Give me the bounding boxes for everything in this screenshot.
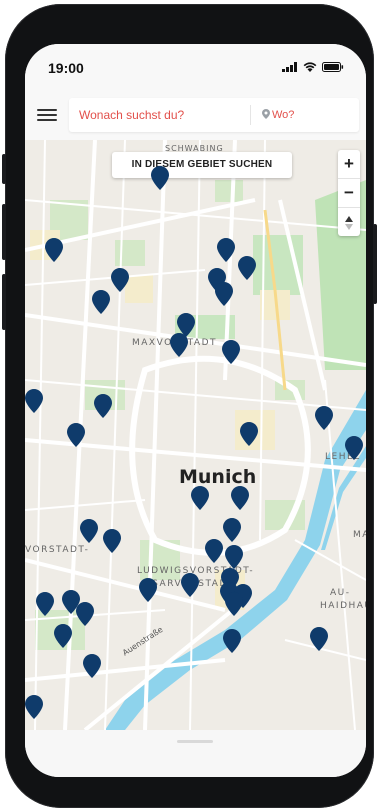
app-screen: 19:00 Wonach suchst du? Wo? SCHWABING LE…	[25, 44, 366, 777]
drag-handle-icon[interactable]	[177, 740, 213, 743]
bottom-sheet[interactable]	[25, 730, 366, 777]
map-marker-icon[interactable]	[191, 486, 209, 510]
map-marker-icon[interactable]	[181, 573, 199, 597]
map-marker-icon[interactable]	[345, 436, 363, 460]
map-marker-icon[interactable]	[222, 340, 240, 364]
search-divider	[250, 105, 251, 125]
map-marker-icon[interactable]	[225, 545, 243, 569]
map-marker-icon[interactable]	[36, 592, 54, 616]
where-search-input[interactable]: Wo?	[262, 98, 294, 132]
map-marker-icon[interactable]	[315, 406, 333, 430]
zoom-in-button[interactable]: +	[338, 150, 360, 178]
map-label-max-short: MAX	[353, 530, 366, 540]
wifi-icon	[303, 62, 317, 72]
where-placeholder: Wo?	[272, 109, 295, 121]
map-marker-icon[interactable]	[80, 519, 98, 543]
map-marker-icon[interactable]	[83, 654, 101, 678]
map-marker-icon[interactable]	[240, 422, 258, 446]
map-marker-icon[interactable]	[223, 518, 241, 542]
compass-icon	[345, 215, 353, 230]
search-box: Wonach suchst du? Wo?	[69, 98, 359, 132]
map-marker-icon[interactable]	[139, 578, 157, 602]
map-label-haidhausen: HAIDHAU	[320, 601, 366, 611]
search-this-area-button[interactable]: IN DIESEM GEBIET SUCHEN	[112, 152, 292, 178]
map-marker-icon[interactable]	[94, 394, 112, 418]
map-marker-icon[interactable]	[217, 238, 235, 262]
status-bar: 19:00	[25, 44, 366, 92]
map-marker-icon[interactable]	[25, 389, 43, 413]
map-marker-icon[interactable]	[111, 268, 129, 292]
map-marker-icon[interactable]	[231, 486, 249, 510]
hamburger-menu-icon[interactable]	[37, 106, 57, 124]
map-marker-icon[interactable]	[45, 238, 63, 262]
map-label-vorstadt: VORSTADT-	[25, 545, 90, 555]
volume-up-button	[2, 204, 6, 260]
compass-button[interactable]	[338, 208, 360, 236]
map-marker-icon[interactable]	[310, 627, 328, 651]
map-marker-icon[interactable]	[54, 624, 72, 648]
map-marker-icon[interactable]	[76, 602, 94, 626]
map-marker-icon[interactable]	[103, 529, 121, 553]
zoom-controls: + −	[338, 150, 360, 236]
map-marker-icon[interactable]	[223, 629, 241, 653]
mute-switch	[2, 154, 6, 184]
map-marker-icon[interactable]	[67, 423, 85, 447]
map-marker-icon[interactable]	[238, 256, 256, 280]
signal-icon	[282, 62, 297, 72]
zoom-out-button[interactable]: −	[338, 179, 360, 207]
search-bar: Wonach suchst du? Wo?	[25, 92, 366, 140]
map-marker-icon[interactable]	[25, 695, 43, 719]
status-time: 19:00	[48, 60, 84, 76]
power-button	[373, 224, 377, 304]
map-label-au: AU-	[330, 588, 351, 598]
map-view[interactable]: SCHWABING MAXVORSTADT LEHEL MAX VORSTADT…	[25, 140, 366, 730]
map-label-city: Munich	[179, 466, 257, 488]
battery-icon	[322, 62, 344, 72]
map-marker-icon[interactable]	[170, 333, 188, 357]
location-pin-icon	[262, 109, 270, 119]
map-marker-icon[interactable]	[205, 539, 223, 563]
phone-frame: 19:00 Wonach suchst du? Wo? SCHWABING LE…	[2, 4, 377, 808]
map-marker-icon[interactable]	[92, 290, 110, 314]
what-search-input[interactable]: Wonach suchst du?	[79, 98, 239, 132]
map-marker-icon[interactable]	[151, 166, 169, 190]
map-marker-icon[interactable]	[225, 592, 243, 616]
map-marker-icon[interactable]	[215, 282, 233, 306]
status-icons	[282, 62, 344, 72]
volume-down-button	[2, 274, 6, 330]
